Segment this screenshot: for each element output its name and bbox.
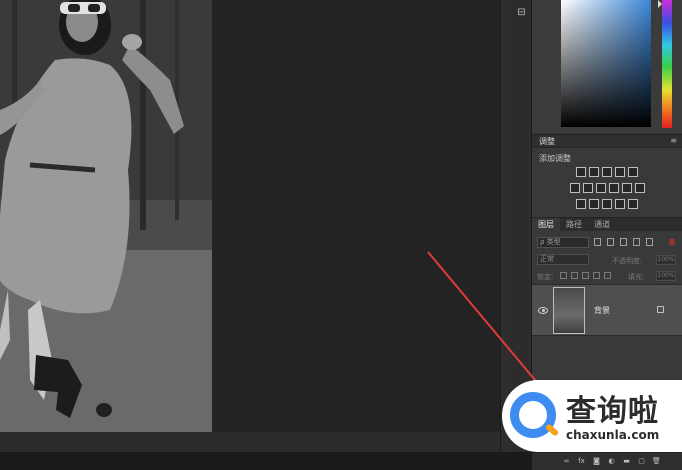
- canvas-photo[interactable]: [0, 0, 212, 432]
- adjustment-icon[interactable]: ◐: [607, 457, 616, 466]
- exposure-icon[interactable]: [615, 167, 625, 177]
- color-field[interactable]: [561, 0, 651, 127]
- gradient-map-icon[interactable]: [615, 199, 625, 209]
- filter-toggle[interactable]: [669, 238, 675, 246]
- lock-icons: [560, 272, 611, 279]
- adjustment-icons-row-1: [532, 167, 682, 179]
- mask-icon[interactable]: ◙: [592, 457, 601, 466]
- link-icon[interactable]: ∞: [562, 457, 571, 466]
- adjustment-icons-row-3: [532, 199, 682, 211]
- photoshop-window: ⊟ 调整 ≡ 添加调整 图层 路径 通道 ρ 类型 正常 不透明度: 100% …: [0, 0, 682, 470]
- shape-filter-icon[interactable]: [633, 238, 640, 246]
- black-white-icon[interactable]: [595, 183, 606, 193]
- canvas-area[interactable]: [0, 0, 500, 452]
- canvas-bottom-strip: [0, 432, 500, 452]
- tab-paths[interactable]: 路径: [560, 218, 588, 232]
- pixel-filter-icon[interactable]: [594, 238, 601, 246]
- layers-tabs: 图层 路径 通道: [532, 217, 682, 232]
- hue-slider[interactable]: [662, 0, 672, 128]
- visibility-eye-icon[interactable]: [538, 307, 548, 314]
- fill-label: 填充:: [628, 273, 645, 281]
- smart-object-filter-icon[interactable]: [646, 238, 653, 246]
- watermark-text: 查询啦: [566, 394, 659, 429]
- adjustments-title: 调整: [539, 137, 555, 146]
- watermark: 查询啦 chaxunla.com: [502, 380, 682, 452]
- photo-illustration: [0, 0, 212, 432]
- curves-icon[interactable]: [602, 167, 612, 177]
- layer-thumbnail[interactable]: [553, 287, 585, 334]
- layer-lock-icon: [657, 306, 664, 313]
- layer-filter-select[interactable]: ρ 类型: [537, 237, 589, 248]
- type-filter-icon[interactable]: [620, 238, 627, 246]
- lock-label: 锁定:: [537, 273, 554, 281]
- layer-name[interactable]: 背景: [594, 305, 610, 316]
- photo-filter-icon[interactable]: [608, 183, 619, 193]
- delete-icon[interactable]: 🗑: [652, 457, 661, 466]
- adjustments-subtitle: 添加调整: [539, 154, 571, 163]
- lock-transparent-icon[interactable]: [560, 272, 567, 279]
- invert-icon[interactable]: [576, 199, 586, 209]
- status-bar: [0, 452, 532, 470]
- fx-icon[interactable]: fx: [577, 457, 586, 466]
- new-layer-icon[interactable]: ▢: [637, 457, 646, 466]
- opacity-label: 不透明度:: [612, 257, 643, 265]
- fill-input[interactable]: 100%: [656, 271, 676, 281]
- adjustment-icons-row-2: [532, 183, 682, 195]
- tab-layers[interactable]: 图层: [532, 218, 560, 232]
- hue-marker-icon[interactable]: [658, 0, 662, 8]
- hue-saturation-icon[interactable]: [569, 183, 580, 193]
- panel-menu-icon[interactable]: ≡: [670, 136, 677, 145]
- vibrance-icon[interactable]: [628, 167, 638, 177]
- posterize-icon[interactable]: [589, 199, 599, 209]
- tab-channels[interactable]: 通道: [588, 218, 616, 232]
- adjustment-filter-icon[interactable]: [607, 238, 614, 246]
- blend-mode-select[interactable]: 正常: [537, 254, 589, 265]
- adjustments-panel-header: 调整 ≡: [532, 134, 682, 148]
- canvas-scrollbar[interactable]: [500, 0, 510, 452]
- brightness-icon[interactable]: [576, 167, 586, 177]
- layer-filter-icons: [594, 238, 653, 246]
- levels-icon[interactable]: [589, 167, 599, 177]
- layers-bottom-bar: ∞ fx ◙ ◐ ▬ ▢ 🗑: [532, 452, 682, 470]
- color-lookup-icon[interactable]: [634, 183, 645, 193]
- opacity-input[interactable]: 100%: [656, 255, 676, 265]
- lock-all-icon[interactable]: [604, 272, 611, 279]
- threshold-icon[interactable]: [602, 199, 612, 209]
- watermark-logo-icon: [510, 392, 556, 438]
- watermark-url: chaxunla.com: [566, 428, 660, 442]
- history-panel-icon[interactable]: ⊟: [515, 6, 528, 19]
- lock-position-icon[interactable]: [582, 272, 589, 279]
- color-balance-icon[interactable]: [582, 183, 593, 193]
- color-picker-panel: [532, 0, 682, 132]
- layer-row[interactable]: 背景: [532, 284, 682, 336]
- lock-pixels-icon[interactable]: [571, 272, 578, 279]
- channel-mixer-icon[interactable]: [621, 183, 632, 193]
- lock-artboard-icon[interactable]: [593, 272, 600, 279]
- group-icon[interactable]: ▬: [622, 457, 631, 466]
- selective-color-icon[interactable]: [628, 199, 638, 209]
